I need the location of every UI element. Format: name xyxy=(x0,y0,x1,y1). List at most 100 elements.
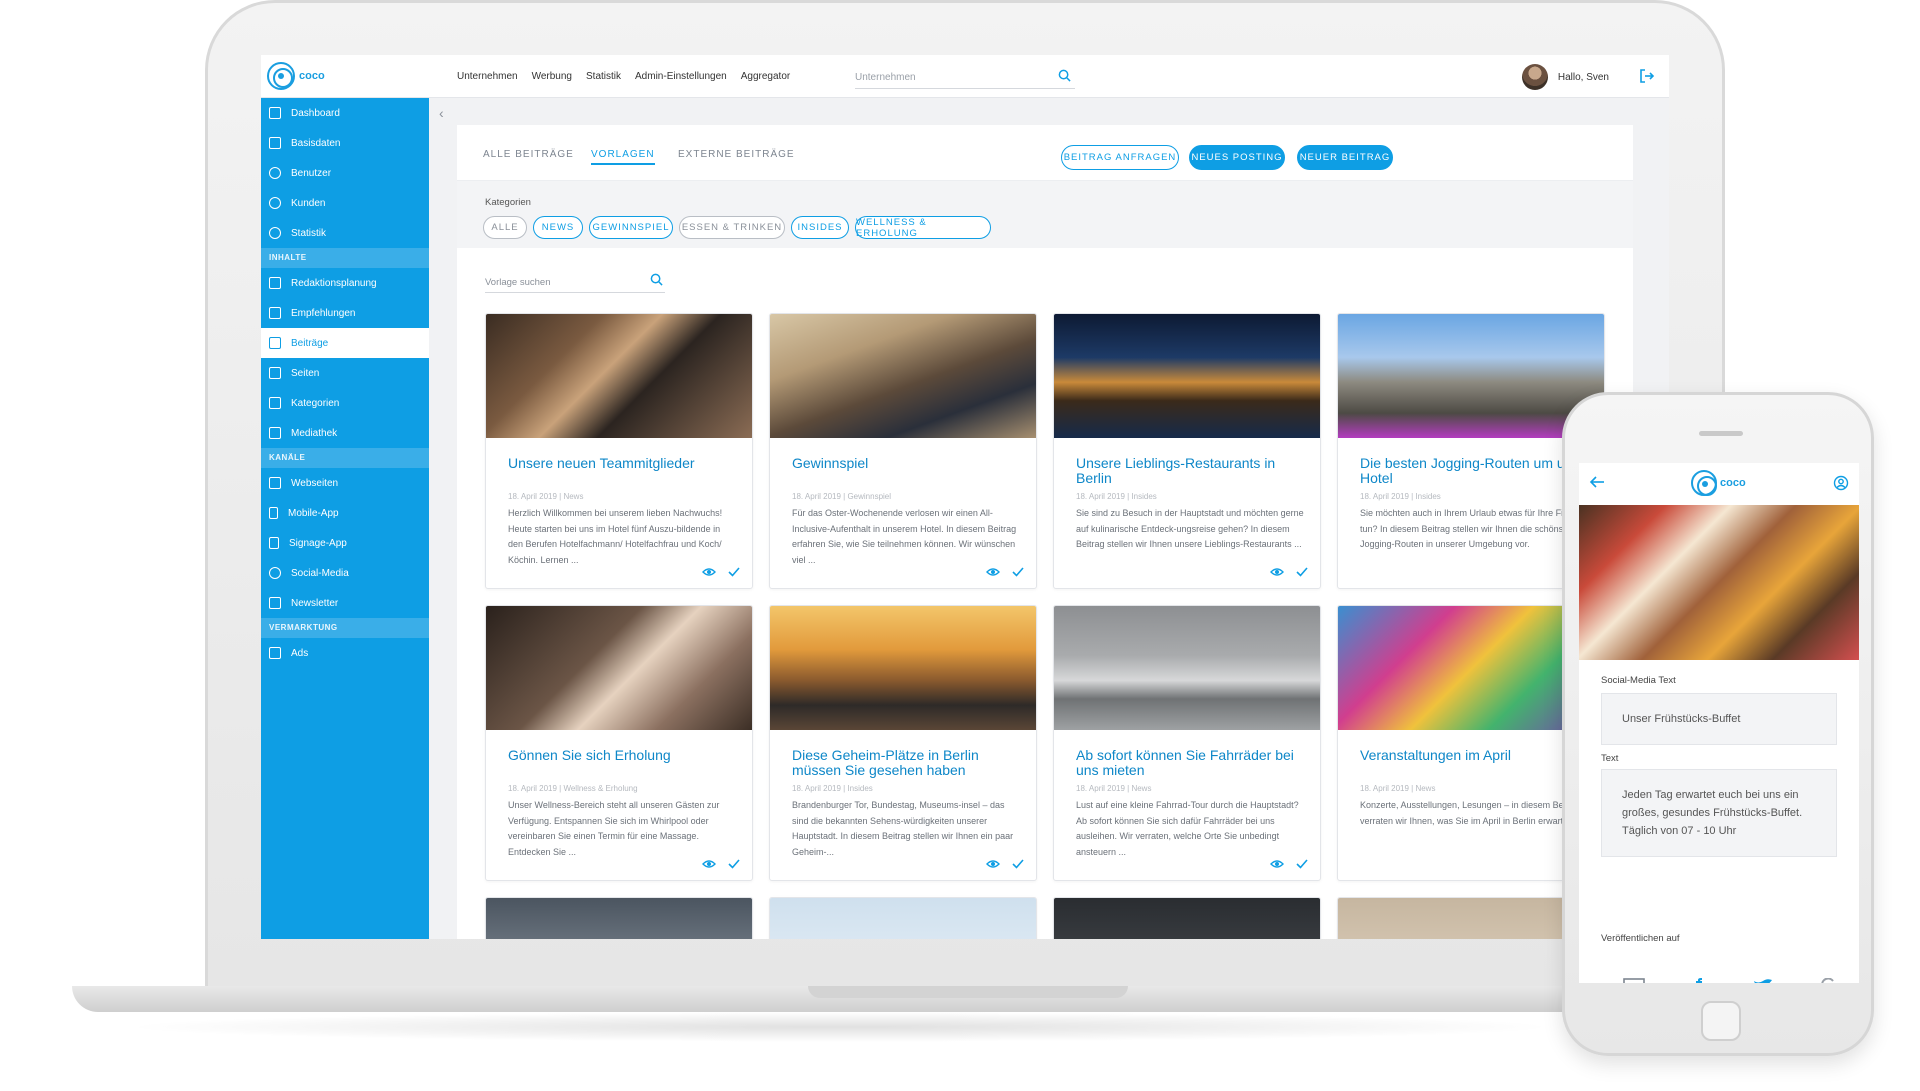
sidebar-item-basisdaten[interactable]: Basisdaten xyxy=(261,128,429,158)
preview-eye-icon[interactable] xyxy=(1270,564,1284,582)
sidebar-item-empfehlungen[interactable]: Empfehlungen xyxy=(261,298,429,328)
select-check-icon[interactable] xyxy=(1012,856,1024,874)
sidebar-item-benutzer[interactable]: Benutzer xyxy=(261,158,429,188)
new-posting-button[interactable]: NEUES POSTING xyxy=(1189,145,1285,170)
template-card[interactable] xyxy=(769,897,1037,939)
sidebar-item-kunden[interactable]: Kunden xyxy=(261,188,429,218)
google-icon[interactable] xyxy=(1821,975,1835,983)
nav-aggregator[interactable]: Aggregator xyxy=(741,71,790,82)
sidebar-item-webseiten[interactable]: Webseiten xyxy=(261,468,429,498)
category-chip-alle[interactable]: ALLE xyxy=(483,216,527,239)
sidebar-item-redaktionsplanung[interactable]: Redaktionsplanung xyxy=(261,268,429,298)
back-arrow-icon[interactable] xyxy=(1589,475,1605,494)
select-check-icon[interactable] xyxy=(1296,564,1308,582)
sidebar-item-beitraege[interactable]: Beiträge xyxy=(261,328,429,358)
select-check-icon[interactable] xyxy=(728,856,740,874)
card-image xyxy=(770,606,1036,730)
top-nav: Unternehmen Werbung Statistik Admin-Eins… xyxy=(457,71,790,82)
select-check-icon[interactable] xyxy=(1012,564,1024,582)
logout-icon[interactable] xyxy=(1639,68,1655,89)
tab-vorlagen[interactable]: VORLAGEN xyxy=(591,149,655,165)
preview-eye-icon[interactable] xyxy=(1270,856,1284,874)
card-meta: 18. April 2019 | Insides xyxy=(1076,492,1157,501)
category-chip-news[interactable]: NEWS xyxy=(533,216,583,239)
sidebar-item-kategorien[interactable]: Kategorien xyxy=(261,388,429,418)
collapse-sidebar-icon[interactable]: ‹ xyxy=(439,105,444,121)
social-media-text-field[interactable]: Unser Frühstücks-Buffet xyxy=(1601,693,1837,745)
user-circle-icon[interactable] xyxy=(1833,475,1849,496)
sidebar-item-label: Statistik xyxy=(291,227,327,239)
logo-icon xyxy=(1691,470,1717,496)
select-check-icon[interactable] xyxy=(728,564,740,582)
tab-alle-beitraege[interactable]: ALLE BEITRÄGE xyxy=(483,149,574,160)
template-card[interactable]: Diese Geheim-Plätze in Berlin müssen Sie… xyxy=(769,605,1037,881)
facebook-icon[interactable] xyxy=(1693,975,1705,983)
sidebar-item-label: Beiträge xyxy=(291,337,329,349)
search-icon[interactable] xyxy=(1058,69,1071,87)
sidebar-item-signage-app[interactable]: Signage-App xyxy=(261,528,429,558)
template-card[interactable]: Ab sofort können Sie Fahrräder bei uns m… xyxy=(1053,605,1321,881)
preview-eye-icon[interactable] xyxy=(702,856,716,874)
sidebar-item-label: Basisdaten xyxy=(291,137,341,149)
card-actions xyxy=(986,564,1024,582)
card-body: Lust auf eine kleine Fahrrad-Tour durch … xyxy=(1076,800,1299,857)
sidebar-item-dashboard[interactable]: Dashboard xyxy=(261,98,429,128)
sidebar-item-ads[interactable]: Ads xyxy=(261,638,429,668)
category-chip-gewinnspiel[interactable]: GEWINNSPIEL xyxy=(589,216,673,239)
card-title: Die besten Jogging-Routen um unser Hotel xyxy=(1360,455,1592,486)
template-card[interactable] xyxy=(1053,897,1321,939)
sidebar-item-statistik[interactable]: Statistik xyxy=(261,218,429,248)
card-body: Unser Wellness-Bereich steht all unseren… xyxy=(508,800,720,857)
text-field[interactable]: Jeden Tag erwartet euch bei uns ein groß… xyxy=(1601,769,1837,857)
user-menu[interactable]: Hallo, Sven xyxy=(1521,64,1609,90)
sidebar-section-inhalte: INHALTE xyxy=(261,248,429,268)
phone-screen: coco Social-Media Text Unser Frühstücks-… xyxy=(1579,463,1859,983)
card-actions xyxy=(1270,564,1308,582)
category-chip-essen-trinken[interactable]: ESSEN & TRINKEN xyxy=(679,216,785,239)
sidebar-item-label: Signage-App xyxy=(289,537,347,549)
preview-eye-icon[interactable] xyxy=(986,856,1000,874)
template-card[interactable]: Unsere Lieblings-Restaurants in Berlin 1… xyxy=(1053,313,1321,589)
nav-unternehmen[interactable]: Unternehmen xyxy=(457,71,518,82)
laptop-shadow xyxy=(120,1012,1560,1042)
website-channel-icon[interactable] xyxy=(1623,975,1645,983)
tablet-icon xyxy=(269,537,279,549)
card-image xyxy=(486,314,752,438)
category-chip-wellness[interactable]: WELLNESS & ERHOLUNG xyxy=(855,216,991,239)
nav-werbung[interactable]: Werbung xyxy=(532,71,572,82)
posts-panel: ALLE BEITRÄGE VORLAGEN EXTERNE BEITRÄGE … xyxy=(457,125,1633,939)
request-post-button[interactable]: BEITRAG ANFRAGEN xyxy=(1061,145,1179,170)
sidebar-item-newsletter[interactable]: Newsletter xyxy=(261,588,429,618)
template-card[interactable]: Gönnen Sie sich Erholung 18. April 2019 … xyxy=(485,605,753,881)
category-chip-insides[interactable]: INSIDES xyxy=(791,216,849,239)
template-card[interactable]: Gewinnspiel 18. April 2019 | Gewinnspiel… xyxy=(769,313,1037,589)
sidebar-item-label: Empfehlungen xyxy=(291,307,356,319)
template-search-input[interactable]: Vorlage suchen xyxy=(485,273,665,293)
breakfast-image xyxy=(1579,505,1859,660)
search-icon[interactable] xyxy=(650,273,663,291)
template-card[interactable] xyxy=(485,897,753,939)
nav-admin-einstellungen[interactable]: Admin-Einstellungen xyxy=(635,71,727,82)
calendar-icon xyxy=(269,277,281,289)
customer-icon xyxy=(269,197,281,209)
sidebar-item-mediathek[interactable]: Mediathek xyxy=(261,418,429,448)
card-title: Diese Geheim-Plätze in Berlin müssen Sie… xyxy=(792,747,979,778)
sidebar-item-label: Kategorien xyxy=(291,397,340,409)
logo-text: coco xyxy=(1720,477,1746,489)
twitter-icon[interactable] xyxy=(1753,975,1773,983)
company-search-input[interactable]: Unternehmen xyxy=(855,65,1075,89)
sidebar-item-seiten[interactable]: Seiten xyxy=(261,358,429,388)
sidebar-item-social-media[interactable]: Social-Media xyxy=(261,558,429,588)
avatar[interactable] xyxy=(1521,64,1548,90)
new-post-button[interactable]: NEUER BEITRAG xyxy=(1297,145,1393,170)
tab-externe-beitraege[interactable]: EXTERNE BEITRÄGE xyxy=(678,149,795,160)
preview-eye-icon[interactable] xyxy=(986,564,1000,582)
preview-eye-icon[interactable] xyxy=(702,564,716,582)
select-check-icon[interactable] xyxy=(1296,856,1308,874)
logo-icon xyxy=(267,62,295,90)
nav-statistik[interactable]: Statistik xyxy=(586,71,621,82)
app-logo[interactable]: coco xyxy=(267,62,325,90)
phone-home-button[interactable] xyxy=(1701,1001,1741,1041)
template-card[interactable]: Unsere neuen Teammitglieder 18. April 20… xyxy=(485,313,753,589)
sidebar-item-mobile-app[interactable]: Mobile-App xyxy=(261,498,429,528)
